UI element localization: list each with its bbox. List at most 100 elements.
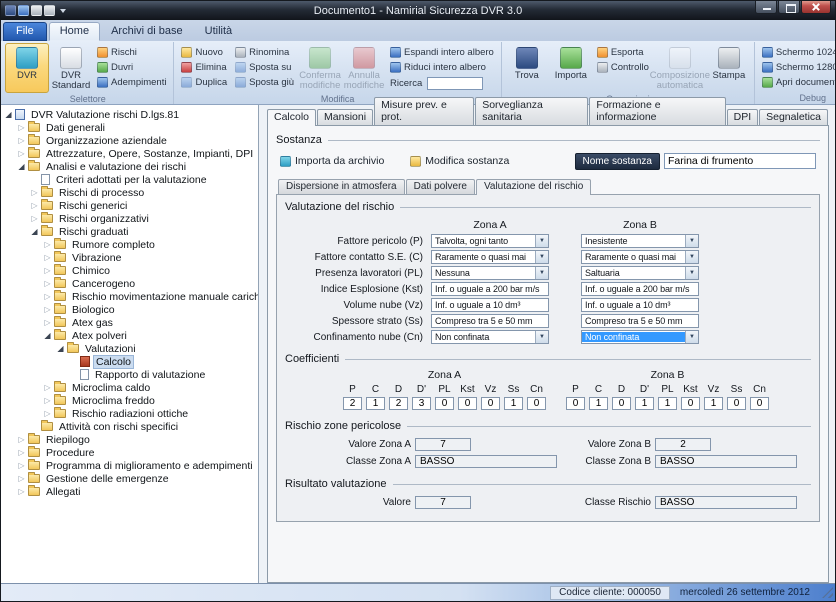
tree-item-procedure[interactable]: ▷Procedure (1, 446, 258, 459)
tree-item-rischio-radiazioni-ottiche[interactable]: ▷Rischio radiazioni ottiche (1, 407, 258, 420)
tree-expand-icon[interactable]: ▷ (42, 264, 53, 277)
tree-expand-icon[interactable]: ▷ (42, 407, 53, 420)
sposta-su-button[interactable]: Sposta su (233, 61, 296, 74)
tree-item-organizzazione-aziendale[interactable]: ▷Organizzazione aziendale (1, 134, 258, 147)
tree-collapse-icon[interactable]: ◢ (29, 225, 40, 238)
tree-item-calcolo[interactable]: Calcolo (1, 355, 258, 368)
tab-sorveglianza-sanitaria[interactable]: Sorveglianza sanitaria (475, 97, 588, 125)
text-field[interactable]: Compreso tra 5 e 50 mm (431, 314, 549, 328)
dropdown-field[interactable]: Nessuna▼ (431, 266, 549, 280)
duvri-button[interactable]: Duvri (95, 61, 168, 74)
tree-item-rumore-completo[interactable]: ▷Rumore completo (1, 238, 258, 251)
nome-sostanza-input[interactable] (664, 153, 816, 169)
minimize-button[interactable] (755, 1, 777, 14)
tab-calcolo[interactable]: Calcolo (267, 109, 316, 126)
tree-item-allegati[interactable]: ▷Allegati (1, 485, 258, 498)
tab-file[interactable]: File (3, 22, 47, 41)
modifica-sostanza-button[interactable]: Modifica sostanza (410, 155, 509, 167)
rinomina-button[interactable]: Rinomina (233, 46, 296, 59)
tree-item-programma-di-miglioramento-e-adempimenti[interactable]: ▷Programma di miglioramento e adempiment… (1, 459, 258, 472)
tree-item-rischi-graduati[interactable]: ◢Rischi graduati (1, 225, 258, 238)
tab-dpi[interactable]: DPI (727, 109, 759, 125)
dropdown-field[interactable]: Saltuaria▼ (581, 266, 699, 280)
tree-collapse-icon[interactable]: ◢ (42, 329, 53, 342)
adempimenti-button[interactable]: Adempimenti (95, 76, 168, 89)
tree-expand-icon[interactable]: ▷ (29, 186, 40, 199)
tree-expand-icon[interactable]: ▷ (42, 381, 53, 394)
tree-item-valutazioni[interactable]: ◢Valutazioni (1, 342, 258, 355)
tree-item-attrezzature-opere-sostanze-impianti-dpi[interactable]: ▷Attrezzature, Opere, Sostanze, Impianti… (1, 147, 258, 160)
tree-expand-icon[interactable]: ▷ (16, 147, 27, 160)
dropdown-field[interactable]: Talvolta, ogni tanto▼ (431, 234, 549, 248)
dropdown-arrow-icon[interactable]: ▼ (685, 267, 698, 279)
tree-expand-icon[interactable]: ▷ (16, 446, 27, 459)
text-field[interactable]: Compreso tra 5 e 50 mm (581, 314, 699, 328)
riduci-albero-button[interactable]: Riduci intero albero (388, 61, 496, 74)
schermo-1024-button[interactable]: Schermo 1024x768 (760, 46, 836, 59)
duplica-button[interactable]: Duplica (179, 76, 229, 89)
tree-item-rischi-generici[interactable]: ▷Rischi generici (1, 199, 258, 212)
tree-expand-icon[interactable]: ▷ (42, 290, 53, 303)
tree-expand-icon[interactable]: ▷ (42, 238, 53, 251)
tab-utilita[interactable]: Utilità (194, 22, 244, 41)
subtab-dati-polvere[interactable]: Dati polvere (406, 179, 475, 194)
importa-button[interactable]: Importa (549, 43, 593, 93)
tree-item-dvr-valutazione-rischi-d-lgs-81[interactable]: ◢DVR Valutazione rischi D.lgs.81 (1, 108, 258, 121)
tree-expand-icon[interactable]: ▷ (42, 316, 53, 329)
tree-expand-icon[interactable]: ▷ (29, 199, 40, 212)
rischi-button[interactable]: Rischi (95, 46, 168, 59)
dvr-standard-button[interactable]: DVR Standard (49, 43, 93, 93)
tab-mansioni[interactable]: Mansioni (317, 109, 373, 125)
tab-archivi-di-base[interactable]: Archivi di base (100, 22, 194, 41)
dropdown-arrow-icon[interactable]: ▼ (685, 331, 698, 343)
subtab-dispersione-in-atmosfera[interactable]: Dispersione in atmosfera (278, 179, 405, 194)
tree-item-rischio-movimentazione-manuale-carichi[interactable]: ▷Rischio movimentazione manuale carichi (1, 290, 258, 303)
maximize-button[interactable] (778, 1, 800, 14)
tree-expand-icon[interactable]: ▷ (42, 251, 53, 264)
tree-item-attivit-con-rischi-specifici[interactable]: Attività con rischi specifici (1, 420, 258, 433)
tree-item-criteri-adottati-per-la-valutazione[interactable]: Criteri adottati per la valutazione (1, 173, 258, 186)
ricerca-input[interactable] (427, 77, 483, 90)
stampa-button[interactable]: Stampa (707, 43, 751, 93)
tree-expand-icon[interactable]: ▷ (16, 121, 27, 134)
dropdown-field[interactable]: Raramente o quasi mai▼ (581, 250, 699, 264)
tree-item-gestione-delle-emergenze[interactable]: ▷Gestione delle emergenze (1, 472, 258, 485)
tree-expand-icon[interactable]: ▷ (42, 277, 53, 290)
tree-expand-icon[interactable]: ▷ (16, 134, 27, 147)
tree-expand-icon[interactable]: ▷ (16, 472, 27, 485)
dropdown-arrow-icon[interactable]: ▼ (535, 331, 548, 343)
composizione-automatica-button[interactable]: Composizione automatica (653, 43, 707, 93)
dropdown-field[interactable]: Inesistente▼ (581, 234, 699, 248)
app-icon[interactable] (5, 5, 16, 16)
tree-collapse-icon[interactable]: ◢ (16, 160, 27, 173)
tree-item-dati-generali[interactable]: ▷Dati generali (1, 121, 258, 134)
annulla-modifiche-button[interactable]: Annulla modifiche (342, 43, 386, 93)
dropdown-field[interactable]: Raramente o quasi mai▼ (431, 250, 549, 264)
dropdown-arrow-icon[interactable]: ▼ (535, 235, 548, 247)
espandi-albero-button[interactable]: Espandi intero albero (388, 46, 496, 59)
resize-grip-icon[interactable] (822, 587, 833, 598)
tree-item-atex-polveri[interactable]: ◢Atex polveri (1, 329, 258, 342)
dropdown-arrow-icon[interactable]: ▼ (685, 251, 698, 263)
subtab-valutazione-del-rischio[interactable]: Valutazione del rischio (476, 179, 591, 195)
tree-item-rischi-organizzativi[interactable]: ▷Rischi organizzativi (1, 212, 258, 225)
tree-item-riepilogo[interactable]: ▷Riepilogo (1, 433, 258, 446)
tab-home[interactable]: Home (49, 22, 100, 41)
trova-button[interactable]: Trova (505, 43, 549, 93)
undo-icon[interactable] (31, 5, 42, 16)
tree-collapse-icon[interactable]: ◢ (3, 108, 14, 121)
importa-da-archivio-button[interactable]: Importa da archivio (280, 155, 384, 167)
save-icon[interactable] (18, 5, 29, 16)
esporta-button[interactable]: Esporta (595, 46, 651, 59)
dropdown-field[interactable]: Non confinata▼ (431, 330, 549, 344)
tree-expand-icon[interactable]: ▷ (16, 433, 27, 446)
tree-item-microclima-caldo[interactable]: ▷Microclima caldo (1, 381, 258, 394)
text-field[interactable]: Inf. o uguale a 200 bar m/s (581, 282, 699, 296)
sposta-giu-button[interactable]: Sposta giù (233, 76, 296, 89)
dvr-button[interactable]: DVR (5, 43, 49, 93)
tree-expand-icon[interactable]: ▷ (42, 394, 53, 407)
tree-collapse-icon[interactable]: ◢ (55, 342, 66, 355)
tree-item-cancerogeno[interactable]: ▷Cancerogeno (1, 277, 258, 290)
elimina-button[interactable]: Elimina (179, 61, 229, 74)
redo-icon[interactable] (44, 5, 55, 16)
